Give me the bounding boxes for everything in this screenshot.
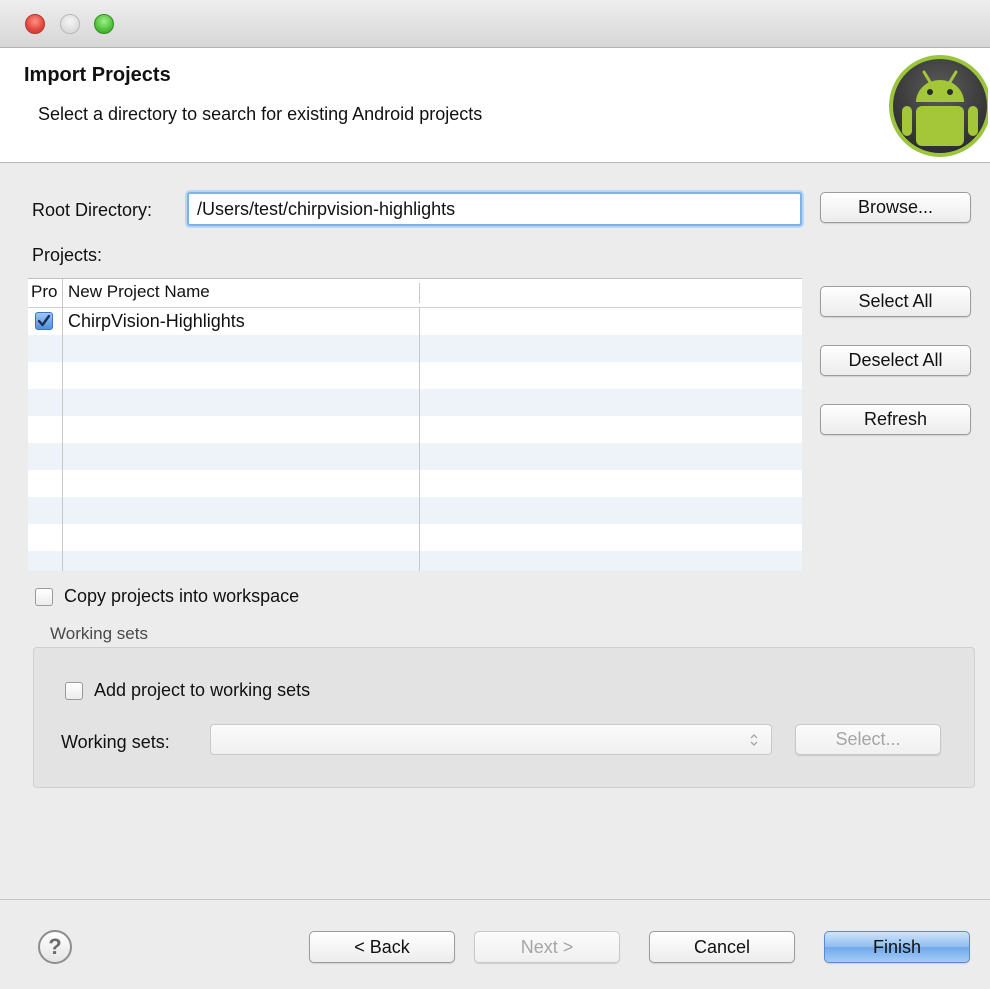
table-row <box>28 443 802 470</box>
finish-button[interactable]: Finish <box>824 931 970 963</box>
working-sets-combo[interactable] <box>210 724 772 755</box>
page-subtitle: Select a directory to search for existin… <box>38 104 483 124</box>
working-sets-label: Working sets: <box>61 732 170 752</box>
root-directory-label: Root Directory: <box>32 200 153 220</box>
project-name: ChirpVision-Highlights <box>68 311 245 331</box>
copy-projects-label[interactable]: Copy projects into workspace <box>64 586 299 607</box>
table-row <box>28 524 802 551</box>
table-row <box>28 362 802 389</box>
zoom-window-button[interactable] <box>94 14 114 34</box>
browse-button[interactable]: Browse... <box>820 192 971 223</box>
deselect-all-button[interactable]: Deselect All <box>820 345 971 376</box>
window-titlebar <box>0 0 990 48</box>
footer-divider <box>0 899 990 900</box>
table-row <box>28 335 802 362</box>
column-header-project[interactable]: Pro <box>31 282 63 302</box>
android-logo-icon <box>889 55 988 157</box>
select-all-button[interactable]: Select All <box>820 286 971 317</box>
table-row <box>28 389 802 416</box>
checkmark-icon <box>37 314 51 327</box>
add-to-working-sets-checkbox[interactable] <box>65 682 83 700</box>
table-row <box>28 470 802 497</box>
project-checkbox[interactable] <box>35 312 53 330</box>
page-title: Import Projects <box>24 64 171 86</box>
back-button[interactable]: < Back <box>309 931 455 963</box>
table-row <box>28 416 802 443</box>
working-sets-group-label: Working sets <box>50 624 148 643</box>
table-row <box>28 551 802 571</box>
table-row[interactable]: ChirpVision-Highlights <box>28 308 802 335</box>
working-sets-group <box>33 647 975 788</box>
column-header-new-project-name[interactable]: New Project Name <box>68 282 210 302</box>
add-to-working-sets-label[interactable]: Add project to working sets <box>94 680 310 701</box>
projects-label: Projects: <box>32 245 103 265</box>
close-window-button[interactable] <box>25 14 45 34</box>
table-row <box>28 497 802 524</box>
cancel-button[interactable]: Cancel <box>649 931 795 963</box>
help-icon[interactable]: ? <box>38 930 72 964</box>
projects-table: Pro New Project Name ChirpVision-Highlig… <box>28 278 802 571</box>
refresh-button[interactable]: Refresh <box>820 404 971 435</box>
select-working-sets-button[interactable]: Select... <box>795 724 941 755</box>
table-header: Pro New Project Name <box>28 279 802 308</box>
chevron-updown-icon <box>750 734 758 746</box>
next-button[interactable]: Next > <box>474 931 620 963</box>
minimize-window-button[interactable] <box>60 14 80 34</box>
copy-projects-checkbox[interactable] <box>35 588 53 606</box>
root-directory-input[interactable] <box>187 192 802 226</box>
